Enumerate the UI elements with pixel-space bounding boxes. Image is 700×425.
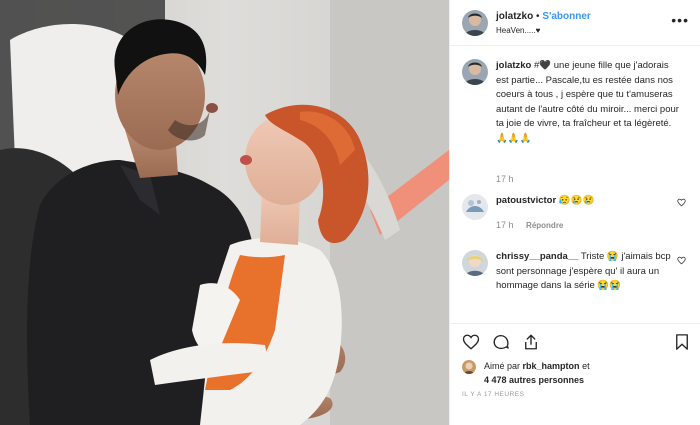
comment-text: 😥😢😢 xyxy=(558,195,595,206)
post-image xyxy=(0,0,449,425)
follow-button[interactable]: S'abonner xyxy=(542,11,591,22)
bookmark-icon[interactable] xyxy=(673,333,691,351)
comment-icon[interactable] xyxy=(492,333,510,351)
post-actions: Aimé par rbk_hampton et 4 478 autres per… xyxy=(450,323,700,425)
author-avatar[interactable] xyxy=(462,10,488,36)
comment-item: patoustvictor 😥😢😢 17 h Répondre xyxy=(462,194,692,234)
separator-dot: • xyxy=(536,11,540,22)
caption-avatar[interactable] xyxy=(462,59,488,85)
likes-count[interactable]: 4 478 autres personnes xyxy=(484,375,584,385)
comment-body: patoustvictor 😥😢😢 xyxy=(496,194,681,209)
more-icon[interactable]: ••• xyxy=(671,12,689,28)
post-photo[interactable] xyxy=(0,0,449,425)
comment-body: chrissy__panda__ Triste 😭 j'aimais bcp s… xyxy=(496,250,681,294)
likes-line: Aimé par rbk_hampton et xyxy=(484,361,590,371)
author-line: jolatzko • S'abonner xyxy=(496,11,591,22)
caption-username[interactable]: jolatzko xyxy=(496,60,531,71)
caption: jolatzko #🖤 une jeune fille que j'adorai… xyxy=(462,59,692,199)
commenter-avatar[interactable] xyxy=(462,194,488,220)
comment-username[interactable]: chrissy__panda__ xyxy=(496,251,578,262)
post-location[interactable]: HeaVen.....♥ xyxy=(496,26,540,35)
comment-item: chrissy__panda__ Triste 😭 j'aimais bcp s… xyxy=(462,250,692,322)
likes-suffix: et xyxy=(582,361,590,371)
liker-avatar[interactable] xyxy=(462,360,476,374)
likes-prefix: Aimé par xyxy=(484,361,521,371)
comment-username[interactable]: patoustvictor xyxy=(496,195,556,206)
comments-list[interactable]: jolatzko #🖤 une jeune fille que j'adorai… xyxy=(450,47,700,322)
post-timestamp[interactable]: IL Y A 17 HEURES xyxy=(462,391,524,398)
like-icon[interactable] xyxy=(462,333,480,351)
caption-time: 17 h xyxy=(496,174,514,184)
share-icon[interactable] xyxy=(522,333,540,351)
comment-meta: 17 h Répondre xyxy=(496,220,563,230)
commenter-avatar[interactable] xyxy=(462,250,488,276)
comment-time: 17 h xyxy=(496,220,514,230)
author-username[interactable]: jolatzko xyxy=(496,11,533,22)
like-comment-icon[interactable] xyxy=(677,256,686,265)
reply-button[interactable]: Répondre xyxy=(526,221,563,230)
caption-body: jolatzko #🖤 une jeune fille que j'adorai… xyxy=(496,59,681,146)
liker-username[interactable]: rbk_hampton xyxy=(523,361,580,371)
caption-text: #🖤 une jeune fille que j'adorais est par… xyxy=(496,60,679,144)
post-sidebar: jolatzko • S'abonner HeaVen.....♥ ••• jo… xyxy=(449,0,700,425)
post-header: jolatzko • S'abonner HeaVen.....♥ ••• xyxy=(450,0,700,46)
like-comment-icon[interactable] xyxy=(677,198,686,207)
